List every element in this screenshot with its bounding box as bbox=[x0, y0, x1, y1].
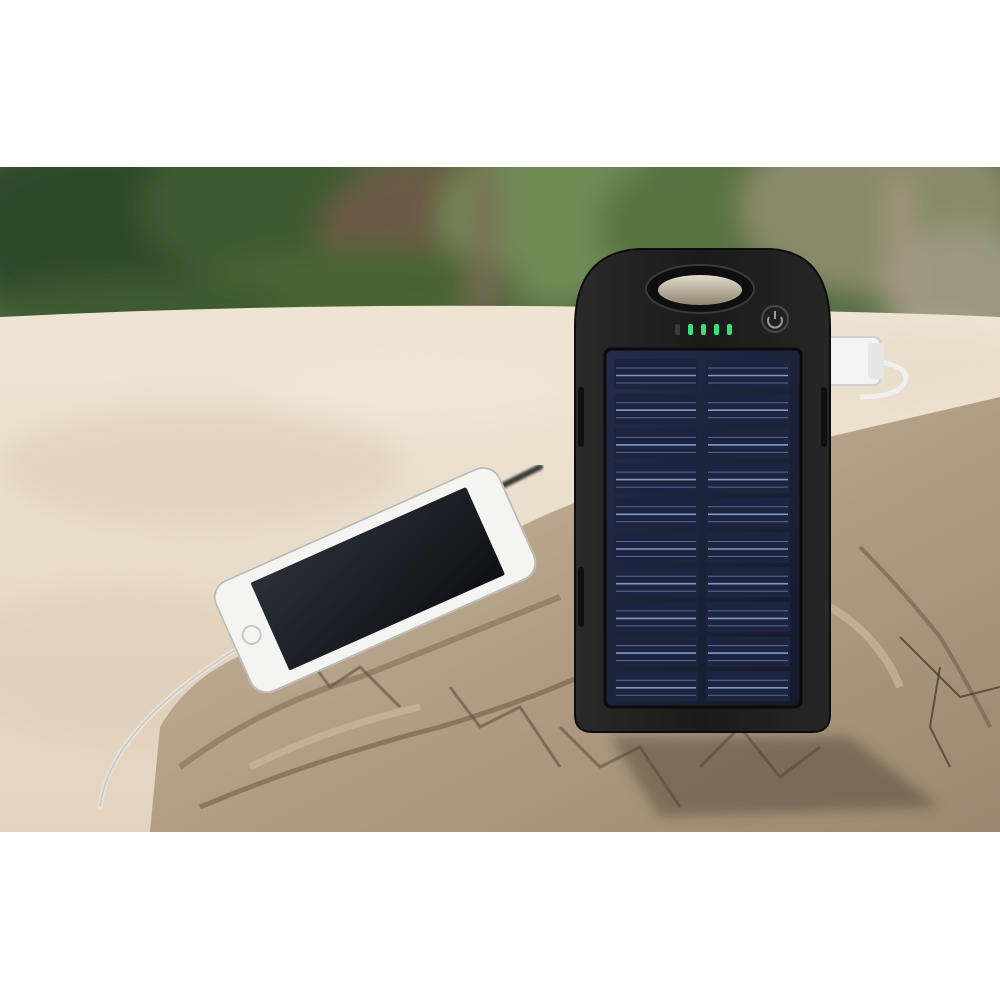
solar-cell bbox=[706, 463, 790, 494]
solar-cell bbox=[706, 359, 790, 389]
solar-cell bbox=[614, 463, 698, 494]
solar-cell bbox=[614, 497, 698, 528]
solar-cell bbox=[614, 567, 698, 598]
solar-cell bbox=[706, 497, 790, 528]
solar-cell bbox=[706, 567, 790, 598]
solar-cell bbox=[706, 532, 790, 563]
carabiner-window-icon bbox=[658, 275, 742, 305]
solar-cell bbox=[706, 428, 790, 459]
solar-cell bbox=[614, 359, 698, 389]
solar-cell bbox=[614, 532, 698, 563]
solar-cell bbox=[614, 636, 698, 667]
product-photo bbox=[0, 167, 1000, 832]
solar-cell bbox=[614, 671, 698, 702]
solar-cell bbox=[614, 428, 698, 459]
solar-cell bbox=[706, 393, 790, 424]
solar-cell bbox=[706, 601, 790, 632]
solar-cell bbox=[706, 636, 790, 667]
solar-cell bbox=[706, 671, 790, 702]
solar-power-bank bbox=[574, 248, 831, 733]
solar-cell bbox=[614, 393, 698, 424]
solar-cell bbox=[614, 601, 698, 632]
